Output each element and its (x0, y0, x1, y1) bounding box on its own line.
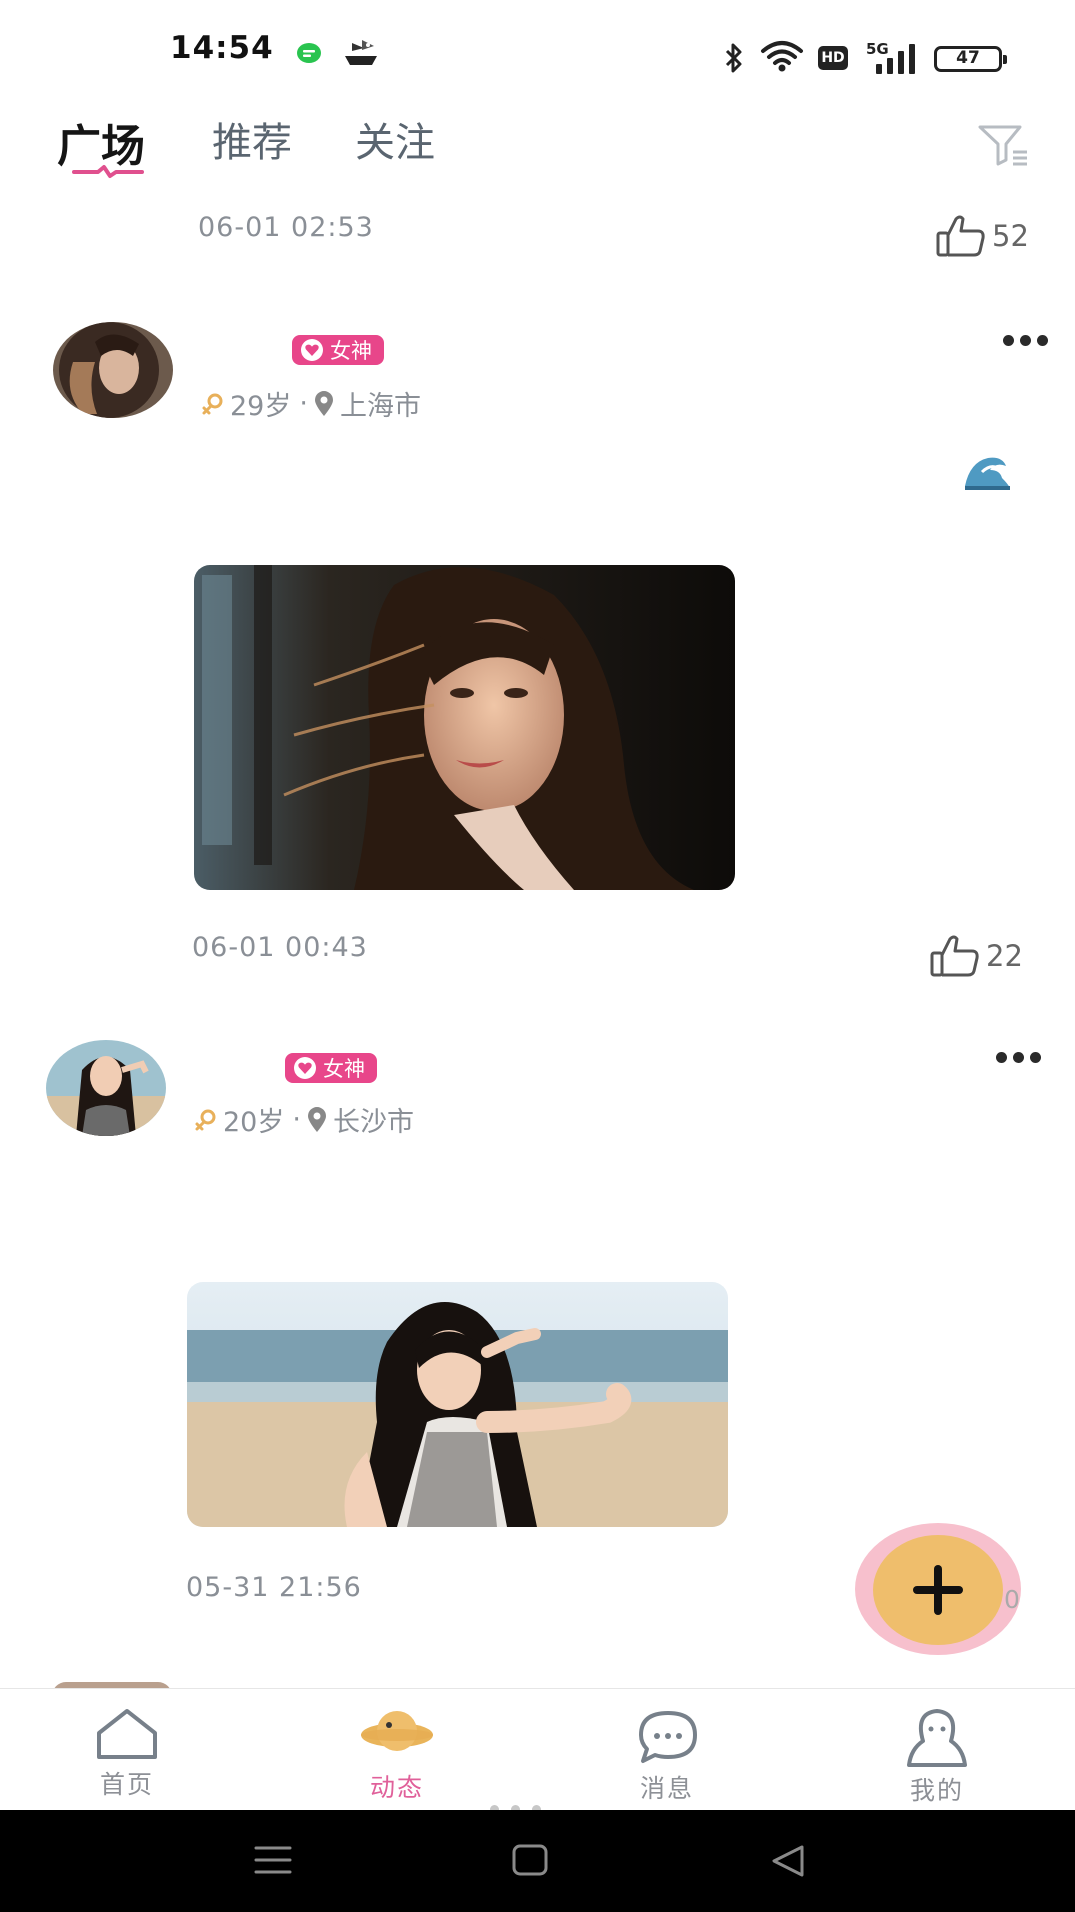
user-meta: 20岁 · 长沙市 (193, 1100, 418, 1139)
home-icon (97, 1709, 157, 1759)
more-options-button[interactable] (1003, 335, 1048, 346)
user-meta: 29岁 · 上海市 (200, 384, 425, 423)
avatar[interactable] (53, 322, 173, 418)
planet-icon (361, 1711, 433, 1751)
feed-tabs: 广场 推荐 关注 (0, 100, 1075, 190)
system-navigation-bar (0, 1810, 1075, 1912)
filter-icon[interactable] (975, 122, 1031, 168)
wifi-icon (761, 41, 803, 72)
nav-messages[interactable]: 消息 (597, 1689, 737, 1811)
heart-icon (294, 1057, 316, 1079)
battery-indicator: 47 (934, 46, 1007, 72)
nav-messages-label: 消息 (639, 1774, 694, 1803)
nav-moments[interactable]: 动态 (327, 1689, 467, 1811)
badge-label: 女神 (323, 1057, 365, 1081)
message-app-icon (297, 43, 321, 63)
heart-icon (301, 339, 323, 361)
user-city: 上海市 (339, 391, 421, 422)
wave-emoji-icon (965, 457, 1010, 490)
user-age: 29岁 (230, 391, 292, 422)
like-count: 22 (986, 939, 1023, 973)
thumbs-up-icon (936, 215, 985, 257)
tab-follow[interactable]: 关注 (355, 110, 435, 168)
like-count: 0 (1004, 1585, 1020, 1614)
badge-label: 女神 (330, 339, 372, 363)
menu-icon[interactable] (254, 1844, 292, 1876)
goddess-badge: 女神 (285, 1053, 377, 1083)
bluetooth-icon (725, 43, 742, 73)
location-pin-icon (314, 390, 333, 416)
nav-moments-label: 动态 (369, 1773, 424, 1802)
like-count: 52 (992, 219, 1029, 253)
meta-separator: · (292, 1104, 301, 1135)
nav-home[interactable]: 首页 (57, 1689, 197, 1811)
signal-icon (876, 44, 915, 74)
like-button[interactable]: 52 (936, 214, 1029, 258)
bottom-navigation: 首页 动态 消息 我的 (0, 1688, 1075, 1810)
back-triangle-icon[interactable] (770, 1844, 806, 1878)
like-button[interactable]: 22 (930, 934, 1023, 978)
more-options-button[interactable] (996, 1052, 1041, 1063)
status-time: 14:54 (170, 30, 274, 66)
nav-home-label: 首页 (99, 1770, 154, 1799)
status-bar: 14:54 HD 5G 47 (0, 0, 1075, 100)
user-city: 长沙市 (332, 1107, 414, 1138)
profile-icon (907, 1709, 967, 1767)
home-square-icon[interactable] (512, 1844, 548, 1876)
chat-icon (639, 1711, 697, 1763)
tab-recommend[interactable]: 推荐 (212, 110, 292, 168)
nav-profile[interactable]: 我的 (867, 1689, 1007, 1811)
pirate-ship-app-icon (345, 40, 377, 65)
tab-active-indicator (72, 165, 144, 178)
location-pin-icon (307, 1106, 326, 1132)
meta-separator: · (299, 388, 308, 419)
post-time: 06-01 00:43 (192, 932, 368, 963)
post-photo[interactable] (187, 1282, 728, 1527)
post-time: 05-31 21:56 (186, 1572, 362, 1603)
create-post-button[interactable] (873, 1535, 1003, 1645)
goddess-badge: 女神 (292, 335, 384, 365)
post-time: 06-01 02:53 (198, 212, 374, 243)
gender-female-icon (202, 393, 223, 414)
thumbs-up-icon (930, 935, 979, 977)
user-age: 20岁 (223, 1107, 285, 1138)
post-photo[interactable] (194, 565, 735, 890)
gender-female-icon (195, 1109, 216, 1130)
hd-badge: HD (818, 46, 848, 70)
nav-profile-label: 我的 (909, 1776, 964, 1805)
avatar[interactable] (46, 1040, 166, 1136)
